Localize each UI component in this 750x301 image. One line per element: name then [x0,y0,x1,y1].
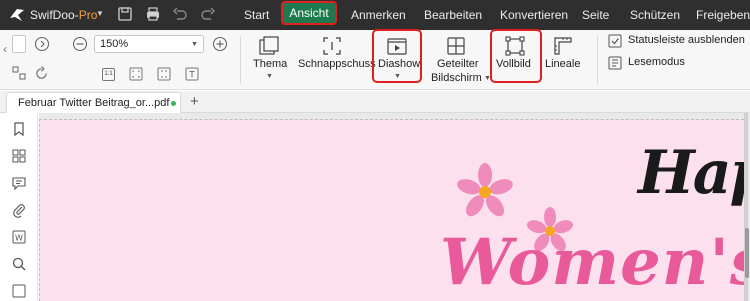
svg-text:W: W [15,234,23,243]
split-screen-label-line1[interactable]: Geteilter [437,58,479,70]
menu-konvertieren[interactable]: Konvertieren [500,8,568,22]
zoom-level-select[interactable]: 150% ▼ [94,35,204,53]
grid-small-icon[interactable] [12,66,26,80]
zoom-out-icon[interactable] [72,36,88,52]
split-screen-icon[interactable] [446,36,466,56]
ruler-button[interactable]: Lineale [545,58,580,70]
left-sidebar: W [0,113,38,301]
ribbon-separator [240,36,241,84]
snapshot-button[interactable]: Schnappschuss [298,58,376,70]
slideshow-icon[interactable] [386,36,408,56]
menu-bearbeiten[interactable]: Bearbeiten [424,8,482,22]
zoom-chevron-down-icon: ▼ [191,41,198,48]
hide-status-bar-option[interactable]: Statusleiste ausblenden [628,34,745,46]
page-heading-womens-day: Women's D [440,225,744,300]
status-bar-icon[interactable] [608,34,622,48]
theme-button[interactable]: Thema [253,58,287,70]
ribbon-separator [597,36,598,84]
menu-start[interactable]: Start [244,8,269,22]
menu-bar: SwifDoo-Pro ▼ Start Ansicht Anmerken Bea… [0,0,750,30]
pdf-page: Happ Women's D [39,119,744,301]
unsaved-status-dot-icon [171,101,176,106]
slideshow-button[interactable]: Diashow [378,58,420,70]
slideshow-chevron-down-icon[interactable]: ▼ [394,73,401,80]
page-heading-happy: Happ [638,138,744,208]
attachment-icon[interactable] [11,202,27,218]
page-number-input[interactable] [12,35,26,53]
add-tab-icon[interactable]: + [190,93,199,110]
save-icon[interactable] [117,6,133,22]
redo-icon[interactable] [200,6,216,22]
text-select-icon[interactable] [185,67,199,81]
document-tab-bar: Februar Twitter Beitrag_or...pdf + [0,91,750,113]
word-count-icon[interactable]: W [11,229,27,245]
fullscreen-icon[interactable] [504,35,526,57]
menu-ansicht[interactable]: Ansicht [281,1,337,25]
swifdoo-logo-icon [10,9,24,21]
reading-mode-option[interactable]: Lesemodus [628,56,685,68]
vertical-scrollbar-thumb[interactable] [745,228,749,278]
menu-seite[interactable]: Seite [582,8,609,22]
document-canvas[interactable]: Happ Women's D [39,113,750,301]
thumbnails-icon[interactable] [11,148,27,164]
comment-icon[interactable] [11,175,27,191]
actual-size-button[interactable]: 1:1 [102,68,115,81]
menu-anmerken[interactable]: Anmerken [351,8,406,22]
search-icon[interactable] [11,256,27,272]
ribbon-scroll-left-icon[interactable]: ‹ [3,42,7,56]
print-icon[interactable] [145,6,161,22]
fit-page-icon[interactable] [129,67,143,81]
snapshot-icon[interactable] [322,36,342,56]
fullscreen-button[interactable]: Vollbild [496,58,531,70]
document-tab[interactable]: Februar Twitter Beitrag_or...pdf [6,92,181,113]
split-screen-label-line2[interactable]: Bildschirm [431,72,482,84]
bookmark-icon[interactable] [11,121,27,137]
menu-freigeben[interactable]: Freigeben [696,8,750,22]
document-tab-label: Februar Twitter Beitrag_or...pdf [18,97,170,109]
theme-icon[interactable] [258,36,280,56]
menu-schuetzen[interactable]: Schützen [630,8,680,22]
form-icon[interactable] [11,283,27,299]
reading-mode-icon[interactable] [608,56,622,70]
ruler-icon[interactable] [553,36,573,56]
app-menu-chevron-icon[interactable]: ▼ [96,9,104,18]
undo-icon[interactable] [172,6,188,22]
fit-width-icon[interactable] [157,67,171,81]
zoom-in-icon[interactable] [212,36,228,52]
rotate-icon[interactable] [34,66,49,81]
app-name: SwifDoo-Pro [30,8,98,22]
theme-chevron-down-icon[interactable]: ▼ [266,73,273,80]
next-page-icon[interactable] [34,36,50,52]
